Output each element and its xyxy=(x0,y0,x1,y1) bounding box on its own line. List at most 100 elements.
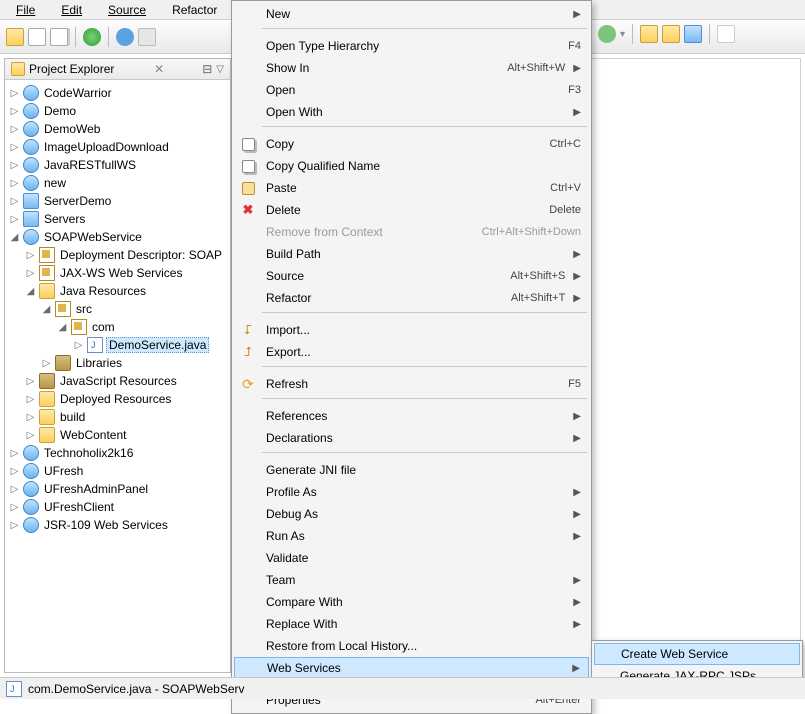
separator xyxy=(632,24,633,44)
debug-icon[interactable] xyxy=(116,28,134,46)
menu-item-replace-with[interactable]: Replace With▶ xyxy=(234,613,589,635)
tree-item[interactable]: ◢src xyxy=(41,300,228,318)
save-all-icon[interactable] xyxy=(50,28,68,46)
menu-item-build-path[interactable]: Build Path▶ xyxy=(234,243,589,265)
menu-item-new[interactable]: New▶ xyxy=(234,3,589,25)
submenu-arrow-icon: ▶ xyxy=(572,663,580,674)
context-menu[interactable]: New▶ Open Type HierarchyF4Show InAlt+Shif… xyxy=(231,0,592,714)
tree-item[interactable]: ▷Servers xyxy=(9,210,228,228)
server-icon[interactable] xyxy=(598,25,616,43)
menu-item-generate-jni-file[interactable]: Generate JNI file xyxy=(234,459,589,481)
menu-refactor[interactable]: Refactor xyxy=(160,2,229,17)
menu-item-refactor[interactable]: RefactorAlt+Shift+T▶ xyxy=(234,287,589,309)
tree-item[interactable]: ▷JavaScript Resources xyxy=(25,372,228,390)
menu-item-profile-as[interactable]: Profile As▶ xyxy=(234,481,589,503)
menu-item-run-as[interactable]: Run As▶ xyxy=(234,525,589,547)
menu-edit[interactable]: Edit xyxy=(49,2,94,17)
separator xyxy=(709,24,710,44)
tree-item[interactable]: ▷UFreshClient xyxy=(9,498,228,516)
tree-item[interactable]: ▷JavaRESTfullWS xyxy=(9,156,228,174)
submenu-arrow-icon: ▶ xyxy=(573,487,581,498)
menu-item-copy-qualified-name[interactable]: Copy Qualified Name xyxy=(234,155,589,177)
view-menu-icon[interactable]: ▽ xyxy=(216,64,224,75)
submenu-arrow-icon: ▶ xyxy=(573,619,581,630)
view-title: Project Explorer xyxy=(29,62,150,76)
view-tab: Project Explorer ✕ ⊟ ▽ xyxy=(5,59,230,80)
tree-item[interactable]: ▷build xyxy=(25,408,228,426)
status-text: com.DemoService.java - SOAPWebServ xyxy=(28,682,245,696)
tree-item[interactable]: ▷DemoService.java xyxy=(73,336,228,354)
menu-item-refresh[interactable]: ⟳RefreshF5 xyxy=(234,373,589,395)
submenu-arrow-icon: ▶ xyxy=(573,509,581,520)
tree-item[interactable]: ▷UFresh xyxy=(9,462,228,480)
menu-item-web-services[interactable]: Web Services▶ xyxy=(234,657,589,679)
tree-item[interactable]: ▷Demo xyxy=(9,102,228,120)
menu-separator xyxy=(234,312,589,319)
new-icon[interactable] xyxy=(6,28,24,46)
submenu-arrow-icon: ▶ xyxy=(573,9,581,20)
menu-item-debug-as[interactable]: Debug As▶ xyxy=(234,503,589,525)
menu-item-delete[interactable]: ✖DeleteDelete xyxy=(234,199,589,221)
submenu-arrow-icon: ▶ xyxy=(573,271,581,282)
menu-separator xyxy=(234,452,589,459)
submenu-arrow-icon: ▶ xyxy=(573,249,581,260)
menu-item-source[interactable]: SourceAlt+Shift+S▶ xyxy=(234,265,589,287)
menu-item-open[interactable]: OpenF3 xyxy=(234,79,589,101)
separator xyxy=(75,27,76,47)
open-icon[interactable] xyxy=(662,25,680,43)
tree-item[interactable]: ▷DemoWeb xyxy=(9,120,228,138)
tree-item[interactable]: ▷new xyxy=(9,174,228,192)
save-icon[interactable] xyxy=(28,28,46,46)
status-bar: com.DemoService.java - SOAPWebServ xyxy=(0,677,805,699)
menu-separator xyxy=(234,398,589,405)
tree-item[interactable]: ▷ServerDemo xyxy=(9,192,228,210)
new-project-icon[interactable] xyxy=(640,25,658,43)
tree-item[interactable]: ▷JSR-109 Web Services xyxy=(9,516,228,534)
tree-item[interactable]: ▷Deployed Resources xyxy=(25,390,228,408)
submenu-arrow-icon: ▶ xyxy=(573,597,581,608)
menu-item-open-type-hierarchy[interactable]: Open Type HierarchyF4 xyxy=(234,35,589,57)
menu-item-open-with[interactable]: Open With▶ xyxy=(234,101,589,123)
project-explorer-view: Project Explorer ✕ ⊟ ▽ ▷CodeWarrior▷Demo… xyxy=(4,58,231,673)
collapse-icon[interactable]: ⊟ xyxy=(202,62,212,76)
tree-item[interactable]: ▷UFreshAdminPanel xyxy=(9,480,228,498)
tree-item[interactable]: ◢Java Resources xyxy=(25,282,228,300)
menu-item-compare-with[interactable]: Compare With▶ xyxy=(234,591,589,613)
tree-item[interactable]: ◢SOAPWebService xyxy=(9,228,228,246)
tree-item[interactable]: ▷Technoholix2k16 xyxy=(9,444,228,462)
menu-item-export[interactable]: ⮥Export... xyxy=(234,341,589,363)
submenu-arrow-icon: ▶ xyxy=(573,63,581,74)
menu-item-team[interactable]: Team▶ xyxy=(234,569,589,591)
menu-item-remove-from-context: Remove from ContextCtrl+Alt+Shift+Down xyxy=(234,221,589,243)
menu-item-import[interactable]: ⮦Import... xyxy=(234,319,589,341)
project-tree[interactable]: ▷CodeWarrior▷Demo▷DemoWeb▷ImageUploadDow… xyxy=(5,80,230,672)
close-view-icon[interactable]: ✕ xyxy=(154,62,164,76)
menu-file[interactable]: File xyxy=(4,2,47,17)
dropdown-icon[interactable]: ▾ xyxy=(620,29,625,40)
submenu-item-create-web-service[interactable]: Create Web Service xyxy=(594,643,800,665)
folder-icon[interactable] xyxy=(684,25,702,43)
menu-item-copy[interactable]: CopyCtrl+C xyxy=(234,133,589,155)
menu-item-paste[interactable]: PasteCtrl+V xyxy=(234,177,589,199)
misc-icon[interactable] xyxy=(717,25,735,43)
tree-item[interactable]: ▷ImageUploadDownload xyxy=(9,138,228,156)
toolbar-right: ▾ xyxy=(598,24,735,44)
menu-separator xyxy=(234,126,589,133)
submenu-arrow-icon: ▶ xyxy=(573,433,581,444)
menu-item-restore-from-local-history[interactable]: Restore from Local History... xyxy=(234,635,589,657)
menu-source[interactable]: Source xyxy=(96,2,158,17)
menu-separator xyxy=(234,366,589,373)
menu-item-validate[interactable]: Validate xyxy=(234,547,589,569)
tree-item[interactable]: ▷Libraries xyxy=(41,354,228,372)
tree-item[interactable]: ◢com xyxy=(57,318,228,336)
stop-icon[interactable] xyxy=(138,28,156,46)
menu-item-show-in[interactable]: Show InAlt+Shift+W▶ xyxy=(234,57,589,79)
tree-item[interactable]: ▷Deployment Descriptor: SOAP xyxy=(25,246,228,264)
run-icon[interactable] xyxy=(83,28,101,46)
submenu-arrow-icon: ▶ xyxy=(573,575,581,586)
menu-item-references[interactable]: References▶ xyxy=(234,405,589,427)
tree-item[interactable]: ▷CodeWarrior xyxy=(9,84,228,102)
menu-item-declarations[interactable]: Declarations▶ xyxy=(234,427,589,449)
tree-item[interactable]: ▷WebContent xyxy=(25,426,228,444)
tree-item[interactable]: ▷JAX-WS Web Services xyxy=(25,264,228,282)
